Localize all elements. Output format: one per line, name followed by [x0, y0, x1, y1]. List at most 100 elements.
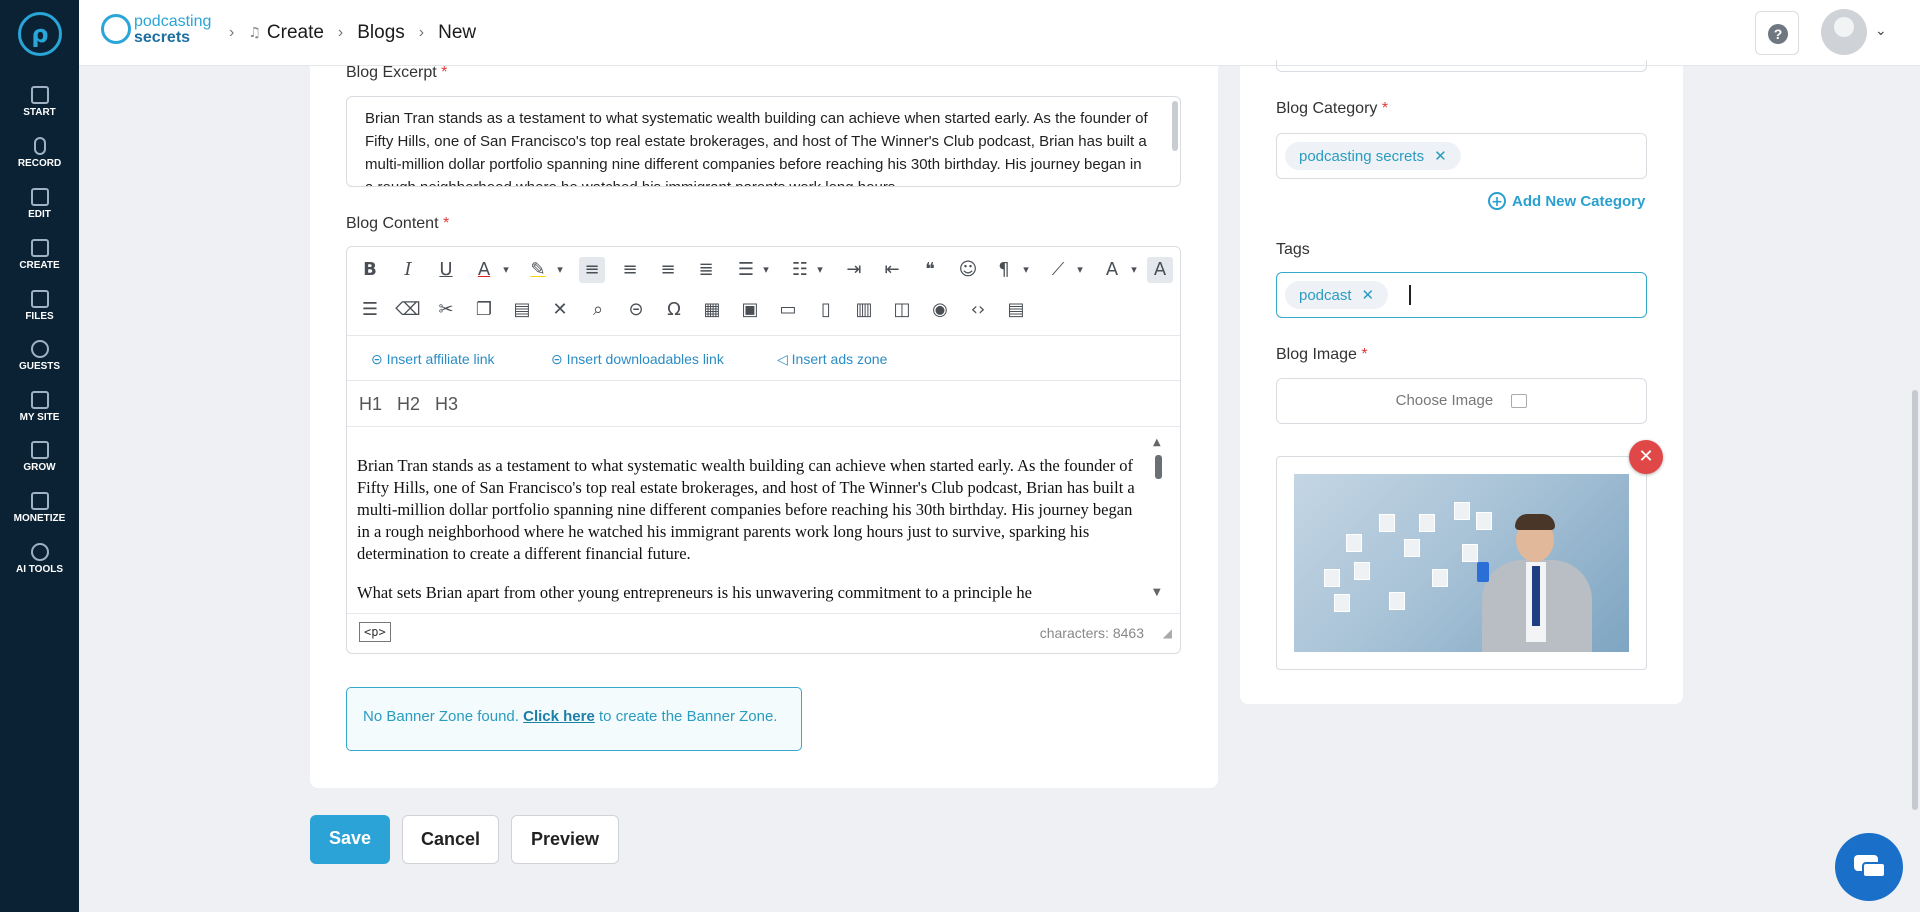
- chevron-down-icon[interactable]: ▾: [547, 257, 573, 283]
- h3-button[interactable]: H3: [435, 394, 458, 415]
- nav-my-site[interactable]: MY SITE: [0, 391, 79, 423]
- scroll-up-icon[interactable]: ▲: [1153, 437, 1161, 448]
- special-char-icon[interactable]: Ω: [661, 297, 687, 323]
- text-caret: [1409, 285, 1411, 305]
- chevron-right-icon: ›: [229, 24, 235, 41]
- top-bar: podcasting secrets › ♫ Create › Blogs › …: [79, 0, 1920, 66]
- eraser-icon[interactable]: ⌫: [395, 297, 421, 323]
- excerpt-label-text: Blog Excerpt: [346, 64, 437, 81]
- scroll-down-icon[interactable]: ▼: [1153, 587, 1161, 598]
- outdent-icon[interactable]: ⇤: [879, 257, 905, 283]
- choose-image-button[interactable]: Choose Image: [1276, 378, 1647, 424]
- add-new-category-button[interactable]: + Add New Category: [1488, 192, 1645, 210]
- h1-button[interactable]: H1: [359, 394, 382, 415]
- select-all-icon[interactable]: ▤: [1003, 297, 1029, 323]
- create-banner-zone-link[interactable]: Click here: [523, 708, 595, 725]
- insert-ads-zone-button[interactable]: ◁ Insert ads zone: [777, 351, 887, 368]
- nav-ai-tools[interactable]: AI TOOLS: [0, 543, 79, 575]
- excerpt-label: Blog Excerpt *: [346, 64, 447, 82]
- chevron-down-icon[interactable]: ▾: [1121, 257, 1147, 283]
- image-icon[interactable]: ▣: [737, 297, 763, 323]
- align-justify-icon[interactable]: ≣: [693, 257, 719, 283]
- nav-edit[interactable]: EDIT: [0, 188, 79, 220]
- chevron-down-icon[interactable]: ▾: [807, 257, 833, 283]
- align-left-icon[interactable]: ≡: [579, 257, 605, 283]
- nav-monetize[interactable]: MONETIZE: [0, 492, 79, 524]
- align-center-icon[interactable]: ≡: [617, 257, 643, 283]
- resize-handle-icon[interactable]: ◢: [1163, 626, 1172, 640]
- brand-logo[interactable]: podcasting secrets: [101, 12, 221, 48]
- nav-guests[interactable]: GUESTS: [0, 340, 79, 372]
- category-select[interactable]: podcasting secrets ✕: [1276, 133, 1647, 179]
- breadcrumb-blogs[interactable]: Blogs: [357, 22, 405, 44]
- emoji-icon[interactable]: ☺: [955, 257, 981, 283]
- cancel-button[interactable]: Cancel: [402, 815, 499, 864]
- editor-content[interactable]: Brian Tran stands as a testament to what…: [357, 455, 1147, 621]
- content-label: Blog Content *: [346, 215, 449, 233]
- content-label-text: Blog Content: [346, 215, 439, 232]
- chevron-down-icon[interactable]: ▾: [753, 257, 779, 283]
- editor-scrollbar[interactable]: ▲ ▼: [1151, 437, 1165, 603]
- align-right-icon[interactable]: ≡: [655, 257, 681, 283]
- nav-label: FILES: [25, 311, 54, 322]
- remove-format-icon[interactable]: ✕: [547, 297, 573, 323]
- insert-ads-zone-label: Insert ads zone: [791, 351, 888, 367]
- template-icon[interactable]: ▥: [851, 297, 877, 323]
- preview-eye-icon[interactable]: ◉: [927, 297, 953, 323]
- clear-format-icon[interactable]: A: [1147, 257, 1173, 283]
- h2-button[interactable]: H2: [397, 394, 420, 415]
- user-menu[interactable]: ⌄: [1821, 9, 1889, 57]
- cut-icon[interactable]: ✂: [433, 297, 459, 323]
- preview-button[interactable]: Preview: [511, 815, 619, 864]
- chevron-down-icon[interactable]: ▾: [1013, 257, 1039, 283]
- html-block-icon[interactable]: ◫: [889, 297, 915, 323]
- breadcrumb-create[interactable]: Create: [267, 22, 324, 44]
- insert-downloadables-link-button[interactable]: ⊝ Insert downloadables link: [551, 351, 724, 368]
- help-button[interactable]: ?: [1755, 11, 1799, 55]
- remove-image-button[interactable]: ✕: [1629, 440, 1663, 474]
- nav-files[interactable]: FILES: [0, 290, 79, 322]
- scroll-thumb[interactable]: [1155, 455, 1162, 479]
- tags-input[interactable]: podcast ✕: [1276, 272, 1647, 318]
- chart-icon: [30, 441, 49, 459]
- editor-toolbar-row2: ☰ ⌫ ✂ ❐ ▤ ✕ ⌕ ⊝ Ω ▦ ▣ ▭ ▯ ▥ ◫ ◉ ‹› ▤: [347, 291, 1180, 331]
- underline-icon[interactable]: U: [433, 257, 459, 283]
- italic-icon[interactable]: I: [395, 257, 421, 283]
- element-path-tag[interactable]: <p>: [359, 622, 391, 642]
- insert-affiliate-link-button[interactable]: ⊝ Insert affiliate link: [371, 351, 495, 368]
- upload-icon: [1511, 394, 1528, 409]
- copy-icon[interactable]: ❐: [471, 297, 497, 323]
- blockquote-icon[interactable]: ❝: [917, 257, 943, 283]
- excerpt-textarea[interactable]: Brian Tran stands as a testament to what…: [346, 96, 1181, 187]
- bold-icon[interactable]: B: [357, 257, 383, 283]
- rich-text-editor: B I U A ▾ ✎ ▾ ≡ ≡ ≡ ≣ ☰ ▾ ☷ ▾ ⇥ ⇤ ❝ ☺ ¶ …: [346, 246, 1181, 654]
- page-scrollbar[interactable]: [1912, 390, 1918, 810]
- line-spacing-icon[interactable]: ☰: [357, 297, 383, 323]
- table-icon[interactable]: ▦: [699, 297, 725, 323]
- file-icon[interactable]: ▯: [813, 297, 839, 323]
- video-icon[interactable]: ▭: [775, 297, 801, 323]
- close-icon[interactable]: ✕: [1434, 147, 1447, 165]
- heading-buttons: H1 H2 H3: [347, 381, 1180, 427]
- chat-widget-button[interactable]: [1835, 833, 1903, 901]
- nav-grow[interactable]: GROW: [0, 441, 79, 473]
- code-view-icon[interactable]: ‹›: [965, 297, 991, 323]
- previous-field[interactable]: [1276, 60, 1647, 72]
- app-logo-icon[interactable]: ρ: [18, 12, 62, 56]
- editor-toolbar-row1: B I U A ▾ ✎ ▾ ≡ ≡ ≡ ≣ ☰ ▾ ☷ ▾ ⇥ ⇤ ❝ ☺ ¶ …: [347, 251, 1180, 291]
- indent-icon[interactable]: ⇥: [841, 257, 867, 283]
- chevron-down-icon[interactable]: ▾: [1067, 257, 1093, 283]
- start-icon: [30, 86, 49, 104]
- nav-start[interactable]: START: [0, 86, 79, 118]
- excerpt-scrollbar[interactable]: [1172, 101, 1178, 151]
- nav-create[interactable]: CREATE: [0, 239, 79, 271]
- paste-icon[interactable]: ▤: [509, 297, 535, 323]
- banner-notice-text: No Banner Zone found.: [363, 708, 519, 725]
- chevron-down-icon[interactable]: ▾: [493, 257, 519, 283]
- nav-record[interactable]: RECORD: [0, 137, 79, 169]
- link-icon[interactable]: ⊝: [623, 297, 649, 323]
- search-icon[interactable]: ⌕: [585, 297, 611, 323]
- close-icon[interactable]: ✕: [1362, 286, 1375, 304]
- banner-notice-suffix: to create the Banner Zone.: [599, 708, 778, 725]
- save-button[interactable]: Save: [310, 815, 390, 864]
